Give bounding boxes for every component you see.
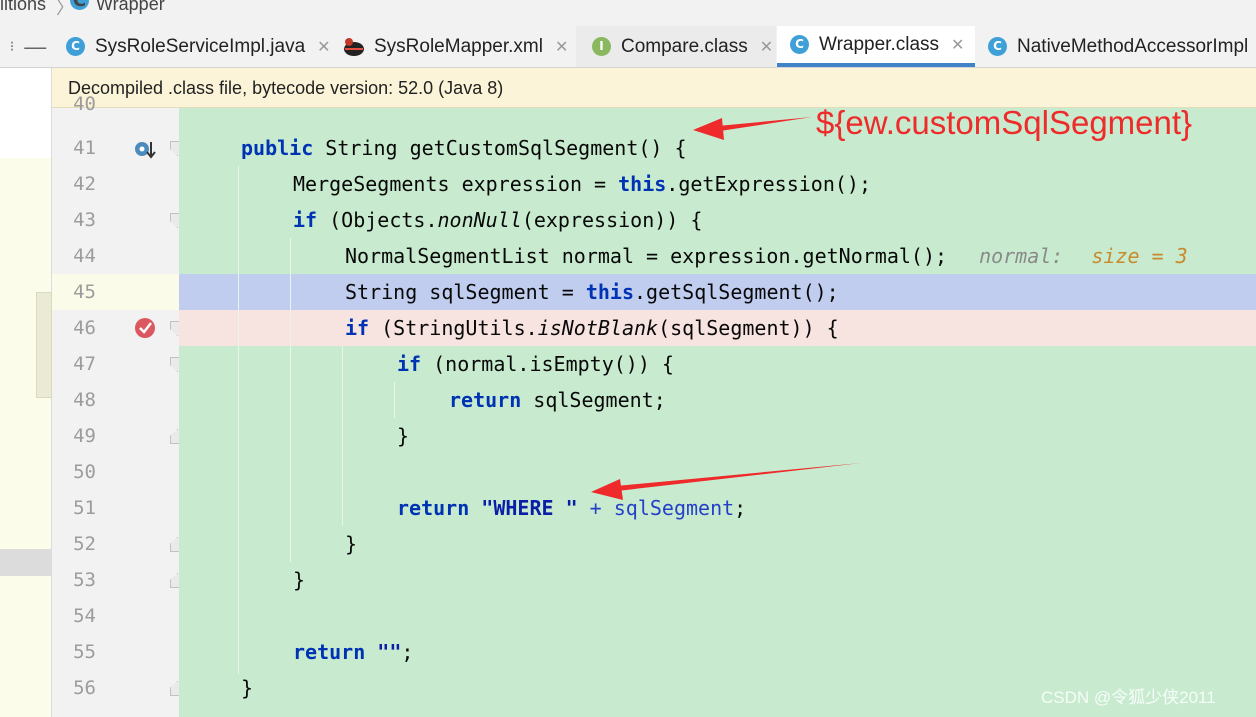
tab-label: NativeMethodAccessorImpl bbox=[1017, 35, 1249, 57]
sidebar-selected-row[interactable] bbox=[0, 549, 51, 576]
tab-compare[interactable]: I Compare.class ✕ bbox=[576, 26, 776, 67]
tab-sysrolemapper[interactable]: SysRoleMapper.xml ✕ bbox=[342, 26, 568, 67]
line-number: 41 bbox=[73, 137, 96, 159]
project-sidebar bbox=[0, 68, 52, 717]
tab-wrapper[interactable]: C Wrapper.class ✕ bbox=[777, 26, 975, 67]
code-line-48: return sqlSegment; bbox=[449, 388, 666, 412]
code-line-47: if (normal.isEmpty()) { bbox=[397, 352, 674, 376]
tab-label: SysRoleMapper.xml bbox=[374, 35, 543, 57]
tab-sysroleserviceimpl[interactable]: C SysRoleServiceImpl.java ✕ bbox=[66, 26, 331, 67]
line-number: 40 bbox=[73, 93, 96, 115]
inline-debug-value: size = 3 bbox=[1091, 244, 1188, 268]
close-icon[interactable]: ✕ bbox=[760, 37, 773, 56]
code-line-52: } bbox=[345, 532, 358, 556]
breadcrumb: litions 〉 C Wrapper bbox=[0, 0, 1256, 26]
line-number: 48 bbox=[73, 389, 96, 411]
code-line-42: MergeSegments expression = this.getExpre… bbox=[293, 172, 871, 196]
line-number: 53 bbox=[73, 569, 96, 591]
minimize-icon[interactable]: — bbox=[24, 34, 46, 60]
chevron-left-icon: ⁝ bbox=[9, 38, 15, 55]
breadcrumb-item-prev[interactable]: litions bbox=[0, 0, 46, 15]
code-line-53: } bbox=[293, 568, 306, 592]
line-number: 56 bbox=[73, 677, 96, 699]
implements-method-icon[interactable] bbox=[134, 139, 156, 161]
line-number: 42 bbox=[73, 173, 96, 195]
class-icon: C bbox=[988, 37, 1007, 56]
close-icon[interactable]: ✕ bbox=[951, 35, 964, 54]
code-editor[interactable]: public String getCustomSqlSegment() { Me… bbox=[179, 108, 1256, 717]
watermark: CSDN @令狐少侠2011 bbox=[1041, 688, 1216, 707]
mybatis-icon bbox=[344, 37, 364, 56]
sidebar-scrollbar[interactable] bbox=[36, 292, 52, 398]
inline-debug-value: normal: bbox=[979, 244, 1064, 268]
tab-label: Compare.class bbox=[621, 35, 748, 57]
tab-overflow-menu[interactable]: ⁝ — bbox=[0, 26, 56, 67]
breakpoint-icon[interactable] bbox=[134, 317, 156, 339]
line-number: 52 bbox=[73, 533, 96, 555]
class-icon: C bbox=[66, 37, 85, 56]
line-number: 50 bbox=[73, 461, 96, 483]
line-number: 51 bbox=[73, 497, 96, 519]
tab-label: Wrapper.class bbox=[819, 33, 940, 55]
line-number: 54 bbox=[73, 605, 96, 627]
editor-gutter: 40 41 42 43 44 45 46 47 48 49 50 51 52 5… bbox=[52, 93, 185, 717]
annotation-label: ${ew.customSqlSegment} bbox=[816, 104, 1193, 141]
code-line-51: return "WHERE " + sqlSegment; bbox=[397, 496, 747, 520]
editor-tab-bar: ⁝ — C SysRoleServiceImpl.java ✕ SysRoleM… bbox=[0, 26, 1256, 68]
close-icon[interactable]: ✕ bbox=[317, 37, 330, 56]
code-line-56: } bbox=[241, 676, 254, 700]
decompiled-notice-banner: Decompiled .class file, bytecode version… bbox=[52, 68, 1256, 108]
line-number: 46 bbox=[73, 317, 96, 339]
tab-nativemethodaccessorimpl[interactable]: C NativeMethodAccessorImpl bbox=[988, 26, 1248, 67]
code-line-41: public String getCustomSqlSegment() { bbox=[241, 136, 687, 160]
close-icon[interactable]: ✕ bbox=[555, 37, 568, 56]
code-line-44: NormalSegmentList normal = expression.ge… bbox=[345, 244, 1188, 268]
line-number: 49 bbox=[73, 425, 96, 447]
breadcrumb-item-current[interactable]: Wrapper bbox=[96, 0, 165, 15]
code-line-49: } bbox=[397, 424, 410, 448]
code-line-46: if (StringUtils.isNotBlank(sqlSegment)) … bbox=[345, 316, 839, 340]
line-number: 43 bbox=[73, 209, 96, 231]
line-number: 45 bbox=[73, 281, 96, 303]
class-icon: C bbox=[790, 35, 809, 54]
code-line-43: if (Objects.nonNull(expression)) { bbox=[293, 208, 703, 232]
code-line-55: return ""; bbox=[293, 640, 414, 664]
line-number: 55 bbox=[73, 641, 96, 663]
code-line-45: String sqlSegment = this.getSqlSegment()… bbox=[345, 280, 839, 304]
line-number: 47 bbox=[73, 353, 96, 375]
tab-label: SysRoleServiceImpl.java bbox=[95, 35, 306, 57]
interface-icon: I bbox=[592, 37, 611, 56]
line-number: 44 bbox=[73, 245, 96, 267]
